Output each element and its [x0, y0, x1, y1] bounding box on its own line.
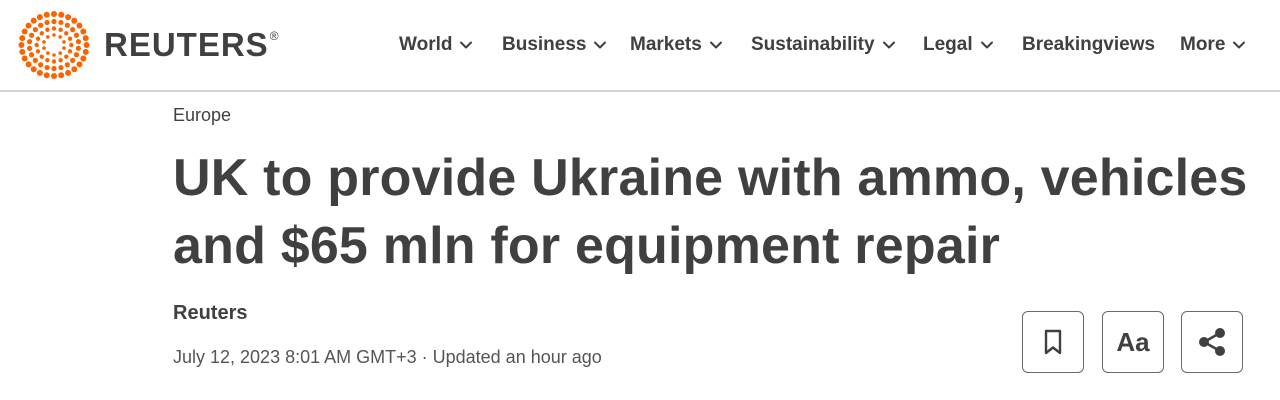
logo-dot: [30, 66, 37, 73]
logo-dot: [71, 17, 78, 24]
logo-dot: [64, 22, 70, 28]
chevron-down-icon: [1233, 41, 1246, 49]
share-icon: [1199, 328, 1225, 356]
logo-dot: [36, 69, 43, 76]
article-dateline: July 12, 2023 8:01 AM GMT+3 · Updated an…: [173, 347, 602, 367]
article-headline: UK to provide Ukraine with ammo, vehicle…: [173, 149, 1248, 275]
logo-dot: [51, 65, 57, 72]
chevron-down-icon: [594, 41, 607, 49]
nav-item-label: More: [1180, 34, 1226, 55]
nav-item-label: Breakingviews: [1022, 34, 1156, 55]
logo-dot: [58, 19, 64, 26]
logo-dot: [25, 61, 32, 68]
logo-dot: [58, 64, 64, 71]
author-byline[interactable]: Reuters: [173, 302, 247, 325]
chevron-down-icon: [882, 41, 895, 49]
nav-item-markets[interactable]: Markets: [630, 30, 723, 60]
logo-dot: [51, 73, 57, 79]
chevron-down-icon: [980, 41, 993, 49]
nav-item-sustainability[interactable]: Sustainability: [751, 30, 896, 60]
site-header: REUTERS® World Business Markets Sustaina…: [0, 0, 1280, 92]
nav-item-more[interactable]: More: [1180, 30, 1246, 60]
logo-dot: [36, 14, 43, 21]
nav-item-world[interactable]: World: [399, 30, 473, 60]
logo-dot: [30, 17, 37, 24]
logo-dot: [65, 14, 72, 21]
logo-dot: [58, 72, 65, 79]
bookmark-button[interactable]: [1022, 311, 1084, 373]
nav-item-label: Sustainability: [751, 34, 875, 55]
bookmark-icon: [1044, 329, 1062, 355]
logo-dot: [43, 11, 50, 18]
main-nav: World Business Markets Sustainability Le…: [0, 30, 1280, 60]
nav-item-label: World: [399, 34, 453, 55]
logo-dot: [76, 22, 83, 29]
chevron-down-icon: [709, 41, 722, 49]
text-size-button[interactable]: Aa: [1102, 311, 1164, 373]
nav-item-label: Business: [502, 34, 587, 55]
logo-dot: [44, 64, 50, 71]
logo-dot: [76, 61, 83, 68]
logo-dot: [44, 19, 50, 26]
logo-dot: [65, 69, 72, 76]
logo-dot: [58, 11, 65, 18]
logo-dot: [43, 72, 50, 79]
nav-item-business[interactable]: Business: [502, 30, 607, 60]
logo-dot: [51, 11, 57, 17]
logo-dot: [38, 22, 44, 28]
logo-dot: [25, 22, 32, 29]
logo-dot: [71, 66, 78, 73]
nav-item-label: Markets: [630, 34, 702, 55]
logo-dot: [38, 62, 44, 68]
share-button[interactable]: [1181, 311, 1243, 373]
nav-item-legal[interactable]: Legal: [923, 30, 994, 60]
logo-dot: [51, 18, 57, 25]
text-size-label: Aa: [1116, 326, 1150, 357]
logo-dot: [64, 62, 70, 68]
nav-item-breakingviews[interactable]: Breakingviews: [1022, 30, 1155, 60]
nav-item-label: Legal: [923, 34, 973, 55]
section-link[interactable]: Europe: [173, 105, 231, 126]
chevron-down-icon: [460, 41, 473, 49]
